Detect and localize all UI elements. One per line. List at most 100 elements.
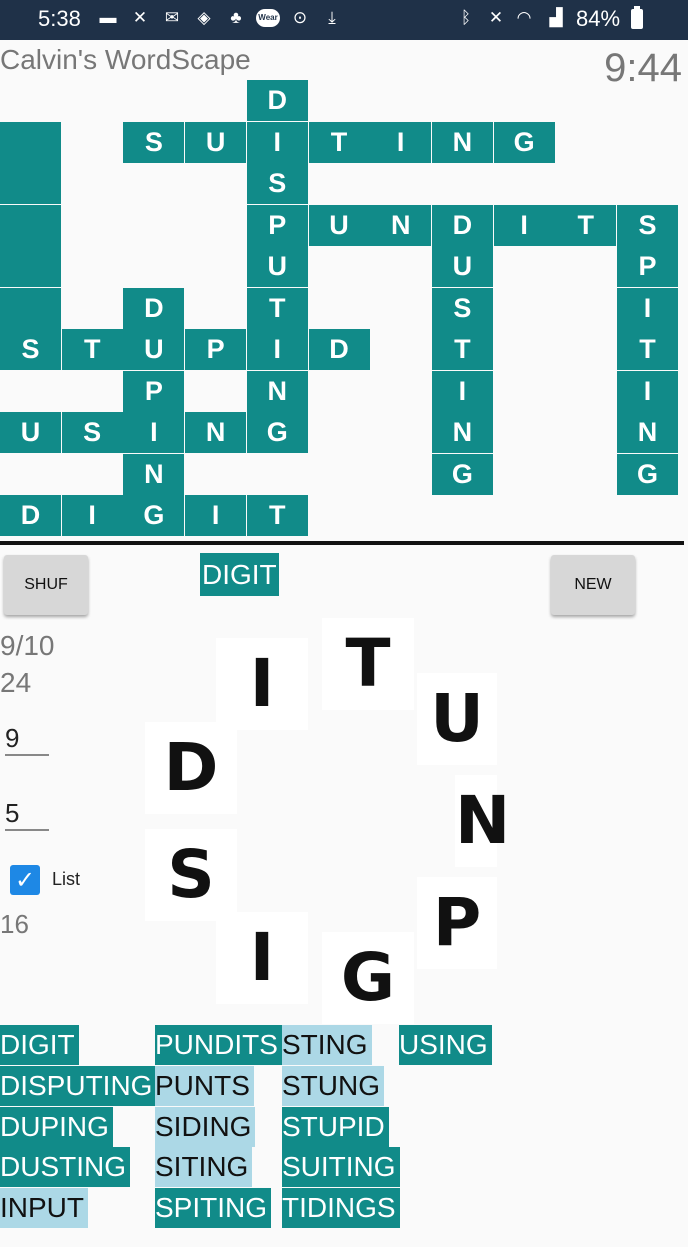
board-divider (0, 541, 684, 545)
board-tile: N (370, 204, 433, 247)
board-tile: S (123, 121, 186, 164)
board-tile: N (185, 412, 248, 454)
board-tile: N (431, 121, 494, 164)
word-list-item: TIDINGS (282, 1188, 400, 1229)
battery-percent: 84% (576, 6, 621, 31)
word-list-item: PUNDITS (155, 1025, 282, 1065)
board-tile: T (246, 495, 309, 537)
mail-icon: ✉ (164, 8, 180, 27)
board-tile: I (617, 287, 679, 330)
missed-call-icon: ✕ (132, 8, 148, 27)
board-tile: D (308, 329, 371, 371)
board-tile: U (0, 412, 62, 454)
word-list-item: USING (399, 1025, 492, 1065)
board-tile: P (617, 246, 679, 288)
board-tile: S (0, 329, 62, 371)
score: 24 (0, 667, 32, 698)
board-tile: U (185, 121, 248, 164)
board-tile: T (61, 329, 124, 371)
board-tile: I (123, 412, 186, 454)
wheel-letter-i[interactable]: I (216, 638, 308, 730)
word-list-item: STUPID (282, 1106, 389, 1147)
board-tile: N (246, 370, 309, 413)
board-tile: D (123, 287, 186, 330)
board-tile: S (617, 204, 679, 247)
board-tile: T (431, 329, 494, 371)
location-icon: ⊙ (292, 8, 308, 27)
board-tile: P (185, 329, 248, 371)
wheel-letter-i[interactable]: I (216, 912, 308, 1004)
word-list-item: SITING (155, 1147, 253, 1188)
wheel-letter-t[interactable]: T (322, 618, 414, 710)
board-tile-blank (0, 121, 62, 164)
word-list-item: STUNG (282, 1065, 384, 1106)
board-tile: T (617, 329, 679, 371)
board-tile: I (493, 204, 556, 247)
chat-icon: ▬ (99, 8, 117, 27)
board-tile-blank (0, 287, 62, 330)
board-tile: U (308, 204, 371, 247)
found-count: 9/10 (0, 630, 55, 661)
board-tile: G (123, 495, 186, 537)
word-list-item: DUPING (0, 1106, 113, 1147)
board-tile: I (246, 121, 309, 164)
board-tile: I (185, 495, 248, 537)
board-tile: S (431, 287, 494, 330)
word-count: 16 (0, 909, 29, 939)
word-list-item: PUNTS (155, 1065, 254, 1106)
wheel-letter-p[interactable]: P (417, 877, 497, 969)
wheel-letter-n[interactable]: N (455, 775, 510, 867)
download-icon: ⤓ (328, 8, 336, 27)
word-list-item: SPITING (155, 1188, 272, 1229)
word-list-item: DISPUTING (0, 1065, 157, 1106)
word-list-item: INPUT (0, 1188, 88, 1229)
board-tile: U (123, 329, 186, 371)
wheel-letter-u[interactable]: U (417, 673, 497, 765)
word-list-item: SUITING (282, 1147, 400, 1188)
list-checkbox[interactable]: ✓ (10, 865, 40, 895)
signal-icon: ▟ (549, 8, 563, 27)
board-tile: I (61, 495, 124, 537)
wheel-letter-g[interactable]: G (322, 932, 414, 1024)
board-tile: N (431, 412, 494, 454)
wifi-icon: ◠ (516, 8, 532, 27)
wear-icon: Wear (256, 9, 280, 27)
board-tile: U (431, 246, 494, 288)
word-list-item: DIGIT (0, 1025, 79, 1065)
status-bar: 5:38 ▬ ✕ ✉ ◈ ♣ Wear ⊙ ⤓ ᛒ ✕ ◠ ▟ 84% (0, 0, 688, 40)
new-game-button[interactable]: NEW (551, 555, 635, 615)
shuffle-button[interactable]: SHUF (4, 555, 88, 615)
board-tile-blank (0, 163, 62, 205)
board-tile: I (431, 370, 494, 413)
board-tile: N (617, 412, 679, 454)
mute-icon: ✕ (488, 8, 504, 27)
board-tile: G (431, 453, 494, 496)
board-tile: U (246, 246, 309, 288)
board-tile: D (431, 204, 494, 247)
list-label: List (52, 869, 81, 889)
word-list-item: STING (282, 1025, 372, 1065)
board-tile: D (246, 80, 309, 122)
min-length-field[interactable]: 9 (5, 723, 49, 756)
board-tile: G (246, 412, 309, 454)
board-tile: S (61, 412, 124, 454)
wheel-letter-d[interactable]: D (145, 722, 237, 814)
board-tile: G (493, 121, 556, 164)
board-tile: G (617, 453, 679, 496)
current-word: DIGIT (200, 553, 279, 596)
board-tile: I (617, 370, 679, 413)
board-tile: P (246, 204, 309, 247)
board-tile: N (123, 453, 186, 496)
board-tile: T (308, 121, 371, 164)
max-length-field[interactable]: 5 (5, 798, 49, 831)
board-tile: T (246, 287, 309, 330)
status-time: 5:38 (38, 6, 81, 31)
app-title: Calvin's WordScape (0, 44, 251, 75)
board-tile: I (246, 329, 309, 371)
wheel-letter-s[interactable]: S (145, 829, 237, 921)
board-tile-blank (0, 204, 62, 247)
cat-icon: ♣ (230, 8, 242, 27)
board-tile-blank (0, 246, 62, 288)
battery-icon (631, 6, 643, 29)
crossword-board: DSUITINGSPUNDITSUUPDTSISTUPIDTTPNIIUSING… (0, 80, 688, 542)
